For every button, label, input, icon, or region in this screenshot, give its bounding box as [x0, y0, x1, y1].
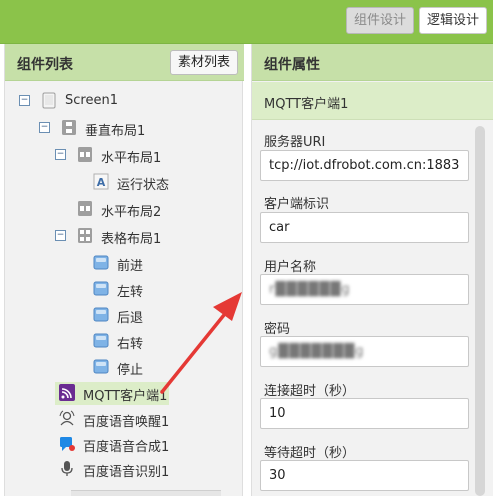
tree-item-label: Screen1 — [65, 93, 118, 108]
tree-item-label: 百度语音识别1 — [83, 465, 170, 480]
tree-item-horizontal-layout1[interactable]: − 水平布局1 — [55, 144, 235, 166]
selected-component-name: MQTT客户端1 — [264, 97, 349, 112]
collapse-toggle[interactable]: − — [55, 149, 66, 160]
mqtt-icon — [59, 384, 75, 401]
vertical-layout-icon — [62, 120, 76, 135]
properties-scrollbar[interactable] — [474, 126, 486, 496]
button-icon — [93, 307, 109, 322]
password-input[interactable]: g███████g — [260, 336, 469, 367]
table-layout-icon — [78, 228, 92, 243]
properties-header: 组件属性 — [252, 44, 493, 81]
tree-item-label: 表格布局1 — [101, 232, 162, 247]
tree-item-speech-synthesis1[interactable]: 百度语音合成1 — [59, 433, 239, 455]
horizontal-layout-icon — [78, 201, 92, 216]
tree-item-label: 右转 — [117, 337, 144, 352]
tree-item-speech-recognition1[interactable]: 百度语音识别1 — [59, 458, 239, 480]
server-uri-label: 服务器URI — [264, 135, 326, 150]
collapse-toggle[interactable]: − — [39, 122, 50, 133]
button-icon — [93, 333, 109, 348]
collapse-toggle[interactable]: − — [19, 95, 30, 106]
voice-wakeup-icon — [59, 410, 75, 426]
username-label: 用户名称 — [264, 260, 317, 275]
tree-item-mqtt-client1[interactable]: MQTT客户端1 — [55, 382, 169, 405]
connect-timeout-input[interactable]: 10 — [260, 398, 469, 429]
wait-timeout-input[interactable]: 30 — [260, 460, 469, 491]
logic-design-button[interactable]: 逻辑设计 — [419, 7, 487, 34]
tree-item-run-status[interactable]: A 运行状态 — [93, 171, 233, 193]
tree-item-label: 垂直布局1 — [85, 124, 146, 139]
component-list-panel: 组件列表 素材列表 − Screen1 − 垂直布局1 − 水平布局1 A 运行… — [4, 44, 244, 496]
tree-item-vertical-layout1[interactable]: − 垂直布局1 — [39, 117, 229, 139]
component-design-button[interactable]: 组件设计 — [346, 7, 414, 34]
button-icon — [93, 255, 109, 270]
bottom-controls-edge — [71, 490, 221, 496]
selected-component-bar: MQTT客户端1 — [252, 82, 493, 120]
password-value: g███████g — [269, 344, 365, 359]
tree-item-label: 水平布局1 — [101, 151, 162, 166]
tree-item-table-layout1[interactable]: − 表格布局1 — [55, 225, 235, 247]
horizontal-layout-icon — [78, 147, 92, 162]
button-icon — [93, 281, 109, 296]
top-toolbar: 组件设计 逻辑设计 — [0, 0, 493, 44]
tree-item-label: 百度语音合成1 — [83, 440, 170, 455]
speech-synthesis-icon — [60, 437, 75, 451]
component-list-title: 组件列表 — [17, 57, 73, 73]
tree-item-voice-wakeup1[interactable]: 百度语音唤醒1 — [59, 408, 239, 430]
tree-item-turn-left[interactable]: 左转 — [93, 278, 233, 300]
password-label: 密码 — [264, 322, 291, 337]
tree-item-label: 停止 — [117, 363, 144, 378]
wait-timeout-label: 等待超时（秒） — [264, 446, 356, 461]
material-list-button[interactable]: 素材列表 — [170, 50, 238, 75]
tree-item-label: 前进 — [117, 259, 144, 274]
button-icon — [93, 359, 109, 374]
component-list-header: 组件列表 素材列表 — [5, 44, 244, 81]
tree-item-turn-right[interactable]: 右转 — [93, 330, 233, 352]
username-input[interactable]: r██████g — [260, 274, 469, 305]
properties-scroll-thumb[interactable] — [475, 126, 485, 496]
collapse-toggle[interactable]: − — [55, 230, 66, 241]
tree-item-forward[interactable]: 前进 — [93, 252, 233, 274]
tree-item-label: 百度语音唤醒1 — [83, 415, 170, 430]
svg-text:A: A — [97, 176, 106, 189]
label-icon: A — [93, 173, 109, 190]
tree-item-backward[interactable]: 后退 — [93, 304, 233, 326]
tree-item-label: 水平布局2 — [101, 205, 162, 220]
client-id-input[interactable]: car — [260, 212, 469, 243]
client-id-label: 客户端标识 — [264, 197, 330, 212]
username-value: r██████g — [269, 282, 351, 297]
tree-item-label: MQTT客户端1 — [83, 389, 168, 404]
tree-item-label: 运行状态 — [117, 178, 170, 193]
tree-item-stop[interactable]: 停止 — [93, 356, 233, 378]
tree-item-horizontal-layout2[interactable]: 水平布局2 — [77, 198, 237, 220]
app-window: 组件设计 逻辑设计 组件列表 素材列表 − Screen1 − 垂直布局1 − … — [0, 0, 493, 496]
tree-item-label: 左转 — [117, 285, 144, 300]
tree-item-screen1[interactable]: − Screen1 — [19, 90, 219, 112]
component-properties-panel: 组件属性 MQTT客户端1 服务器URI tcp://iot.dfrobot.c… — [251, 44, 493, 496]
screen-icon — [42, 92, 56, 109]
microphone-icon — [61, 461, 73, 476]
tree-item-label: 后退 — [117, 311, 144, 326]
properties-title: 组件属性 — [264, 57, 320, 73]
connect-timeout-label: 连接超时（秒） — [264, 384, 356, 399]
server-uri-input[interactable]: tcp://iot.dfrobot.com.cn:1883 — [260, 150, 469, 181]
